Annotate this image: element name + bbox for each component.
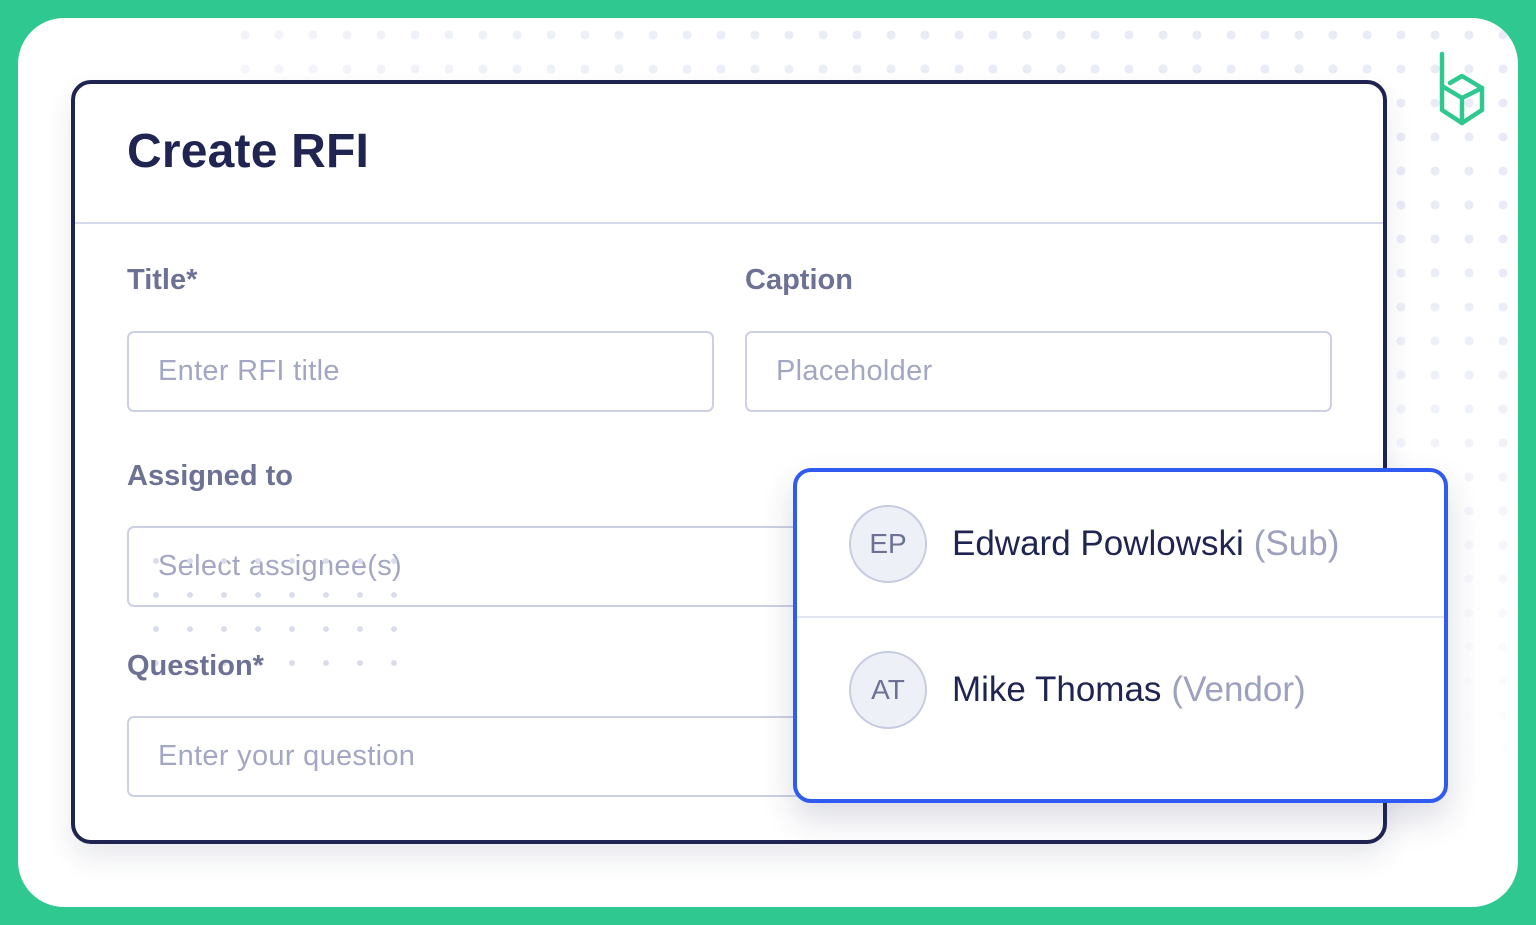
- assignee-option[interactable]: EP Edward Powlowski (Sub): [797, 472, 1444, 616]
- assignee-role: (Sub): [1253, 524, 1340, 563]
- page-title: Create RFI: [127, 125, 370, 178]
- question-input[interactable]: [127, 716, 827, 797]
- caption-label: Caption: [745, 264, 853, 296]
- title-label: Title*: [127, 264, 198, 296]
- brand-logo-icon: [1439, 51, 1485, 126]
- assigned-to-label: Assigned to: [127, 460, 293, 492]
- caption-input[interactable]: [745, 331, 1332, 412]
- avatar: EP: [849, 505, 927, 583]
- title-input[interactable]: [127, 331, 714, 412]
- assignee-option[interactable]: AT Mike Thomas (Vendor): [797, 616, 1444, 762]
- avatar: AT: [849, 651, 927, 729]
- assignee-select[interactable]: [127, 526, 827, 607]
- assignee-dropdown: EP Edward Powlowski (Sub) AT Mike Thomas…: [793, 468, 1448, 803]
- assignee-name: Mike Thomas: [952, 670, 1162, 709]
- assignee-name: Edward Powlowski: [952, 524, 1244, 563]
- assignee-role: (Vendor): [1171, 670, 1306, 709]
- question-label: Question*: [127, 650, 264, 682]
- canvas: Create RFI Title* Caption Assigned to Qu…: [18, 18, 1518, 907]
- card-header: Create RFI: [75, 84, 1383, 224]
